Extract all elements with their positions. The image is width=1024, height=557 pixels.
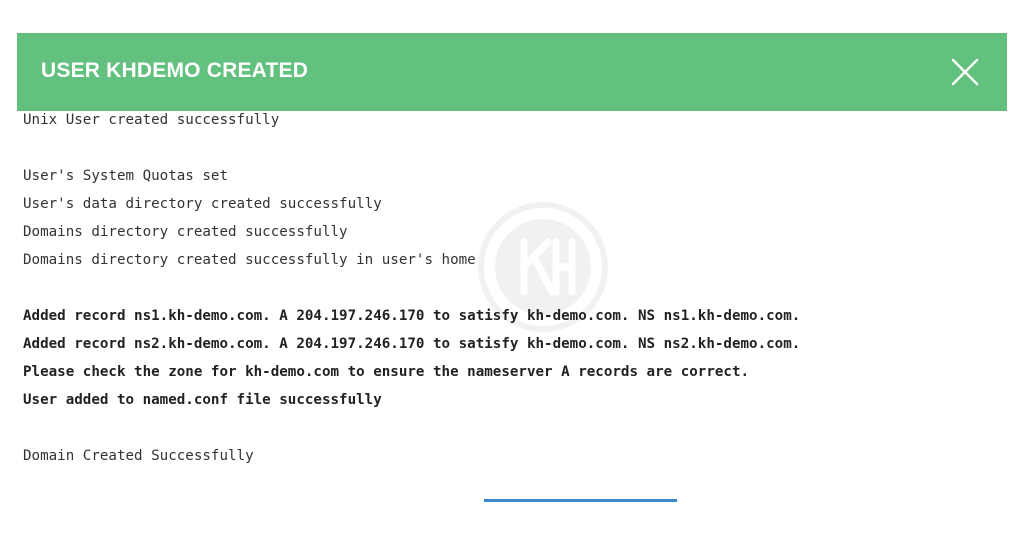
output-line: Added record ns1.kh-demo.com. A 204.197.… <box>23 308 801 324</box>
output-line: User's data directory created successful… <box>23 196 382 212</box>
close-icon <box>951 58 979 86</box>
output-line: Unix User created successfully <box>23 112 280 128</box>
output-line: Domain Created Successfully <box>23 448 254 464</box>
modal-title: USER KHDEMO CREATED <box>41 59 309 82</box>
command-output: Unix User created successfully User's Sys… <box>23 106 973 470</box>
output-line: Domains directory created successfully i… <box>23 252 476 268</box>
output-line: Domains directory created successfully <box>23 224 348 240</box>
modal-header: USER KHDEMO CREATED <box>17 33 1007 111</box>
output-line: User added to named.conf file successful… <box>23 392 382 408</box>
progress-bar <box>484 499 677 502</box>
output-line: Please check the zone for kh-demo.com to… <box>23 364 750 380</box>
progress-bar-fill <box>484 499 677 502</box>
close-button[interactable] <box>946 53 984 91</box>
output-line: User's System Quotas set <box>23 168 228 184</box>
output-line: Added record ns2.kh-demo.com. A 204.197.… <box>23 336 801 352</box>
